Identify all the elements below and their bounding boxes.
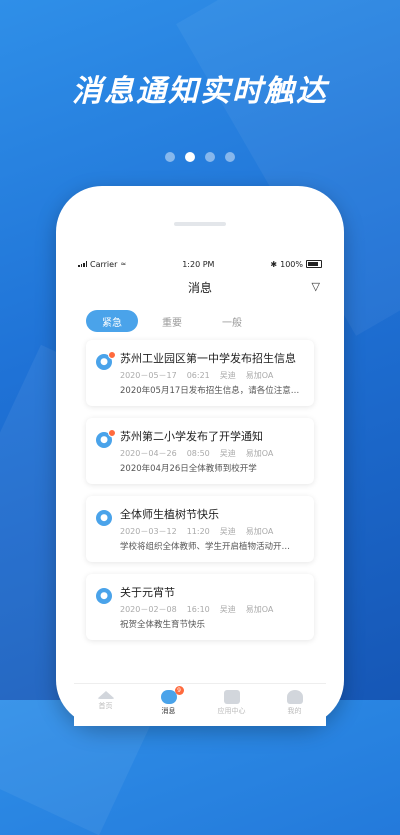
message-author: 吴迪 [219, 449, 236, 458]
tabbar-label: 应用中心 [217, 707, 246, 715]
promo-headline: 消息通知实时触达 [72, 74, 328, 109]
message-meta: 2020－03－12 11:20 吴迪 易加OA [120, 526, 283, 537]
user-icon [286, 690, 303, 704]
carousel-dot-active[interactable] [185, 152, 195, 162]
message-date: 2020－05－17 [120, 371, 177, 380]
carousel-dot[interactable] [205, 152, 215, 162]
message-source: 易加OA [245, 449, 274, 458]
battery-icon [305, 260, 322, 268]
tabbar-label: 消息 [161, 707, 176, 715]
bell-icon: ● [96, 510, 112, 526]
message-desc: 2020年04月26日全体教师到校开学 [120, 464, 257, 474]
message-author: 吴迪 [219, 371, 236, 380]
tabbar-item-apps[interactable]: 应用中心 [207, 690, 257, 716]
bottom-tab-bar: 首页 9 消息 应用中心 我的 [74, 683, 326, 726]
phone-frame: Carrier ≈ 1:20 PM ✱ 100% 消息 ▽ 紧急 重要 一般 ●… [56, 186, 344, 726]
carrier-label: Carrier [90, 259, 118, 269]
message-title: 全体师生植树节快乐 [120, 508, 219, 521]
tabbar-item-profile[interactable]: 我的 [270, 690, 320, 716]
bell-icon: ● [96, 588, 112, 604]
filter-icon[interactable]: ▽ [312, 280, 320, 293]
carousel-dot[interactable] [225, 152, 235, 162]
message-time: 08:50 [186, 449, 210, 458]
message-icon [160, 690, 177, 704]
message-date: 2020－04－26 [120, 449, 177, 458]
message-desc: 学校将组织全体教师、学生开启植物活动开… [120, 542, 291, 552]
page-title: 消息 [187, 280, 212, 295]
message-list: ● 苏州工业园区第一中学发布招生信息 2020－05－17 06:21 吴迪 易加OA… [74, 332, 326, 660]
message-time: 06:21 [186, 371, 210, 380]
message-date: 2020－03－12 [120, 527, 177, 536]
message-time: 11:20 [186, 527, 210, 536]
status-bar: Carrier ≈ 1:20 PM ✱ 100% [74, 256, 326, 272]
message-meta: 2020－04－26 08:50 吴迪 易加OA [120, 448, 283, 459]
message-source: 易加OA [245, 527, 274, 536]
tabbar-label: 我的 [287, 707, 302, 715]
message-title: 关于元宵节 [120, 586, 175, 599]
message-author: 吴迪 [219, 605, 236, 614]
signal-icon [78, 261, 87, 267]
phone-speaker [174, 222, 226, 226]
tabbar-item-home[interactable]: 首页 [81, 690, 131, 711]
wifi-icon: ≈ [120, 260, 127, 268]
message-card[interactable]: ● 全体师生植树节快乐 2020－03－12 11:20 吴迪 易加OA 学校将组织全… [86, 496, 314, 562]
tab-normal[interactable]: 一般 [206, 310, 258, 332]
message-desc: 祝贺全体教生育节快乐 [120, 620, 206, 630]
status-time: 1:20 PM [182, 259, 215, 269]
unread-dot [108, 429, 116, 437]
message-card[interactable]: ● 苏州第二小学发布了开学通知 2020－04－26 08:50 吴迪 易加OA 20… [86, 418, 314, 484]
message-author: 吴迪 [219, 527, 236, 536]
message-source: 易加OA [245, 605, 274, 614]
message-date: 2020－02－08 [120, 605, 177, 614]
priority-tabs: 紧急 重要 一般 [74, 302, 326, 332]
message-meta: 2020－05－17 06:21 吴迪 易加OA [120, 370, 283, 381]
bluetooth-icon: ✱ [270, 259, 278, 269]
message-title: 苏州第二小学发布了开学通知 [120, 430, 263, 443]
nav-bar: 消息 ▽ [74, 272, 326, 302]
unread-dot [108, 351, 116, 359]
tab-urgent[interactable]: 紧急 [86, 310, 138, 332]
carousel-dot[interactable] [165, 152, 175, 162]
message-card[interactable]: ● 关于元宵节 2020－02－08 16:10 吴迪 易加OA 祝贺全体教生育节快乐 [86, 574, 314, 640]
apps-grid-icon [223, 690, 240, 704]
unread-badge: 9 [174, 686, 184, 695]
carousel-dots [0, 152, 400, 162]
message-source: 易加OA [245, 371, 274, 380]
home-icon [96, 691, 115, 699]
tab-important[interactable]: 重要 [146, 310, 198, 332]
tabbar-label: 首页 [98, 702, 113, 710]
message-meta: 2020－02－08 16:10 吴迪 易加OA [120, 604, 283, 615]
message-time: 16:10 [186, 605, 210, 614]
tabbar-item-messages[interactable]: 9 消息 [144, 686, 194, 716]
battery-percent: 100% [280, 259, 303, 269]
message-card[interactable]: ● 苏州工业园区第一中学发布招生信息 2020－05－17 06:21 吴迪 易加OA… [86, 340, 314, 406]
message-title: 苏州工业园区第一中学发布招生信息 [120, 352, 296, 365]
phone-screen: Carrier ≈ 1:20 PM ✱ 100% 消息 ▽ 紧急 重要 一般 ●… [74, 256, 326, 726]
message-desc: 2020年05月17日发布招生信息，请各位注意… [120, 386, 300, 396]
